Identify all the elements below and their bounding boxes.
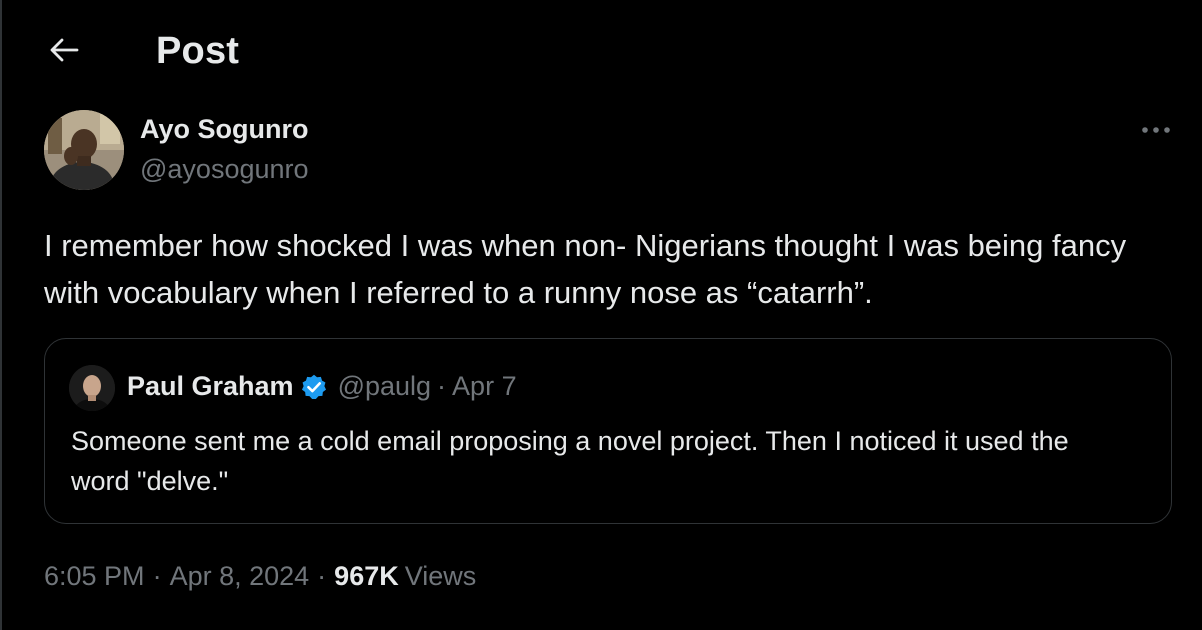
author-name[interactable]: Ayo Sogunro <box>140 114 309 145</box>
quoted-date[interactable]: Apr 7 <box>452 371 517 402</box>
post-meta: 6:05 PM · Apr 8, 2024 · 967K Views <box>44 561 476 592</box>
separator-dot: · <box>317 561 327 591</box>
post-text: I remember how shocked I was when non- N… <box>44 228 1127 310</box>
page-title: Post <box>156 30 240 72</box>
quoted-header: Paul Graham @paulg · Apr 7 <box>127 371 517 402</box>
post-date[interactable]: Apr 8, 2024 <box>170 561 310 592</box>
views-label: Views <box>404 561 477 591</box>
quoted-author-handle[interactable]: @paulg <box>338 371 431 402</box>
author-handle[interactable]: @ayosogunro <box>140 154 309 185</box>
post-time[interactable]: 6:05 PM <box>44 561 145 592</box>
avatar[interactable] <box>44 110 124 190</box>
separator-dot: · <box>152 561 162 591</box>
separator-dot: · <box>437 371 447 401</box>
arrow-left-icon <box>49 37 79 68</box>
more-horizontal-icon <box>1141 121 1171 139</box>
more-options-button[interactable] <box>1132 112 1180 148</box>
quoted-avatar[interactable] <box>69 365 115 411</box>
quoted-post[interactable]: Paul Graham @paulg · Apr 7 Someone sent … <box>44 338 1172 524</box>
page-header: Post <box>0 0 1202 104</box>
back-button[interactable] <box>40 32 88 72</box>
views-count: 967K <box>334 561 399 591</box>
verified-badge-icon <box>300 373 328 401</box>
quoted-author-name[interactable]: Paul Graham <box>127 371 294 402</box>
quoted-text: Someone sent me a cold email proposing a… <box>71 426 1069 496</box>
